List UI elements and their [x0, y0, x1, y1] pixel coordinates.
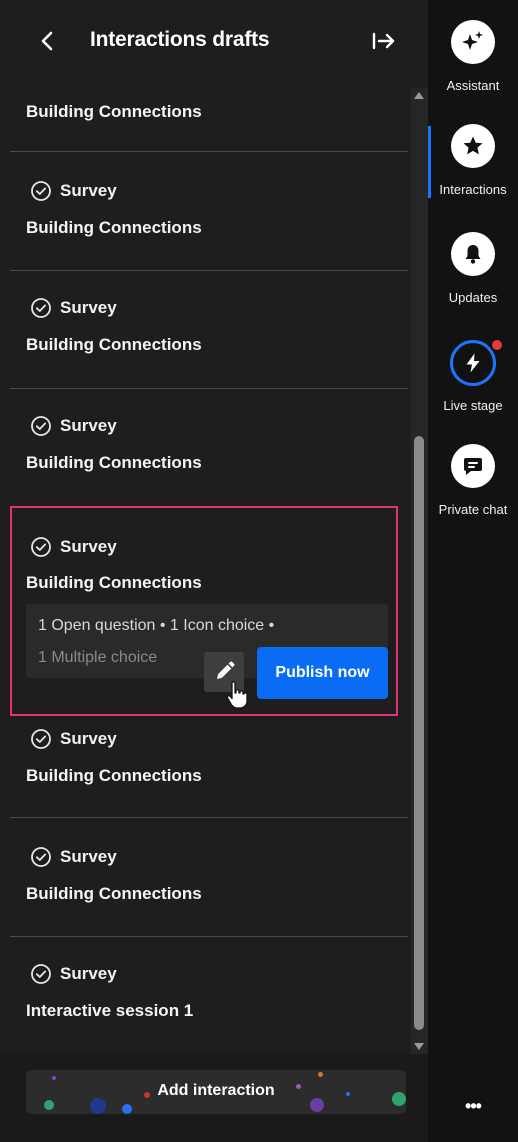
more-icon: ••• — [465, 1096, 482, 1116]
more-options-button[interactable]: ••• — [460, 1096, 486, 1116]
confetti-dot — [52, 1076, 56, 1080]
interactions-icon-circle — [451, 124, 495, 168]
interactions-drafts-panel: Interactions drafts Building Connections… — [0, 0, 428, 1142]
item-title: Building Connections — [26, 766, 202, 785]
summary-line: 1 Open question • 1 Icon choice • — [38, 617, 275, 634]
item-type-label: Survey — [60, 298, 117, 317]
panel-header: Interactions drafts — [0, 0, 428, 84]
item-type: Survey — [30, 536, 117, 558]
item-type: Survey — [30, 180, 117, 202]
page-title: Interactions drafts — [90, 28, 270, 51]
item-type-label: Survey — [60, 181, 117, 200]
collapse-panel-button[interactable] — [370, 26, 398, 56]
confetti-dot — [318, 1072, 323, 1077]
back-button[interactable] — [36, 26, 60, 56]
bell-icon — [465, 245, 481, 264]
confetti-dot — [122, 1104, 132, 1114]
item-type: Survey — [30, 415, 117, 437]
confetti-dot — [90, 1098, 106, 1114]
updates-icon-circle — [451, 232, 495, 276]
list-item[interactable]: Survey Building Connections — [0, 389, 408, 507]
item-type-label: Survey — [60, 537, 117, 556]
item-title: Building Connections — [26, 573, 202, 592]
rail-label: Live stage — [443, 398, 503, 413]
rail-label: Assistant — [446, 78, 500, 93]
notification-dot — [490, 338, 504, 352]
rail-item-live-stage[interactable]: Live stage — [428, 338, 518, 420]
panel-footer: Add interaction — [0, 1054, 428, 1142]
check-circle-icon — [31, 298, 51, 318]
scrollbar[interactable] — [411, 88, 428, 1054]
list-item[interactable]: Survey Building Connections — [0, 818, 408, 937]
add-interaction-button[interactable]: Add interaction — [26, 1070, 406, 1114]
scrollbar-thumb[interactable] — [414, 436, 424, 1030]
item-type-label: Survey — [60, 964, 117, 983]
star-icon — [463, 136, 483, 155]
rail-label: Private chat — [438, 502, 508, 517]
item-type-label: Survey — [60, 847, 117, 866]
rail-item-assistant[interactable]: Assistant — [428, 20, 518, 100]
add-interaction-label: Add interaction — [157, 1082, 275, 1099]
item-title: Building Connections — [26, 335, 202, 354]
rail-item-private-chat[interactable]: Private chat — [428, 444, 518, 524]
item-type: Survey — [30, 846, 117, 868]
right-rail: Assistant Interactions Updates Live stag… — [428, 0, 518, 1142]
chat-icon — [464, 458, 482, 475]
item-type-label: Survey — [60, 416, 117, 435]
scroll-up-arrow-icon[interactable] — [414, 92, 424, 99]
list-item[interactable]: Survey Building Connections — [0, 271, 408, 389]
scroll-down-arrow-icon[interactable] — [414, 1043, 424, 1050]
check-circle-icon — [31, 416, 51, 436]
private-chat-icon-circle — [451, 444, 495, 488]
item-title: Interactive session 1 — [26, 1001, 194, 1020]
rail-label: Interactions — [439, 182, 507, 197]
check-circle-icon — [31, 181, 51, 201]
list-item[interactable]: Survey Building Connections — [0, 152, 408, 271]
publish-now-button[interactable]: Publish now — [257, 647, 388, 699]
item-type: Survey — [30, 297, 117, 319]
live-stage-icon-circle — [450, 340, 496, 386]
list-item[interactable]: Survey Interactive session 1 — [0, 937, 408, 1054]
item-type-label: Survey — [60, 729, 117, 748]
chevron-left-icon — [41, 31, 53, 51]
item-title: Building Connections — [26, 102, 202, 121]
rail-item-updates[interactable]: Updates — [428, 232, 518, 312]
item-type: Survey — [30, 963, 117, 985]
item-type: Survey — [30, 728, 117, 750]
list-item[interactable]: Building Connections — [0, 84, 408, 152]
check-circle-icon — [31, 964, 51, 984]
check-circle-icon — [31, 729, 51, 749]
arrow-right-to-bar-icon — [372, 32, 395, 50]
confetti-dot — [310, 1098, 324, 1112]
confetti-dot — [44, 1100, 54, 1110]
item-title: Building Connections — [26, 453, 202, 472]
check-circle-icon — [31, 847, 51, 867]
item-title: Building Connections — [26, 218, 202, 237]
item-title: Building Connections — [26, 884, 202, 903]
list-item[interactable]: Survey Building Connections — [0, 700, 408, 818]
assistant-icon-circle — [451, 20, 495, 64]
summary-line-faded: 1 Multiple choice — [38, 649, 158, 666]
sparkle-icon — [462, 31, 483, 50]
lightning-icon — [466, 353, 480, 373]
rail-item-interactions[interactable]: Interactions — [428, 124, 518, 204]
check-circle-icon — [31, 537, 51, 557]
rail-label: Updates — [448, 290, 498, 305]
